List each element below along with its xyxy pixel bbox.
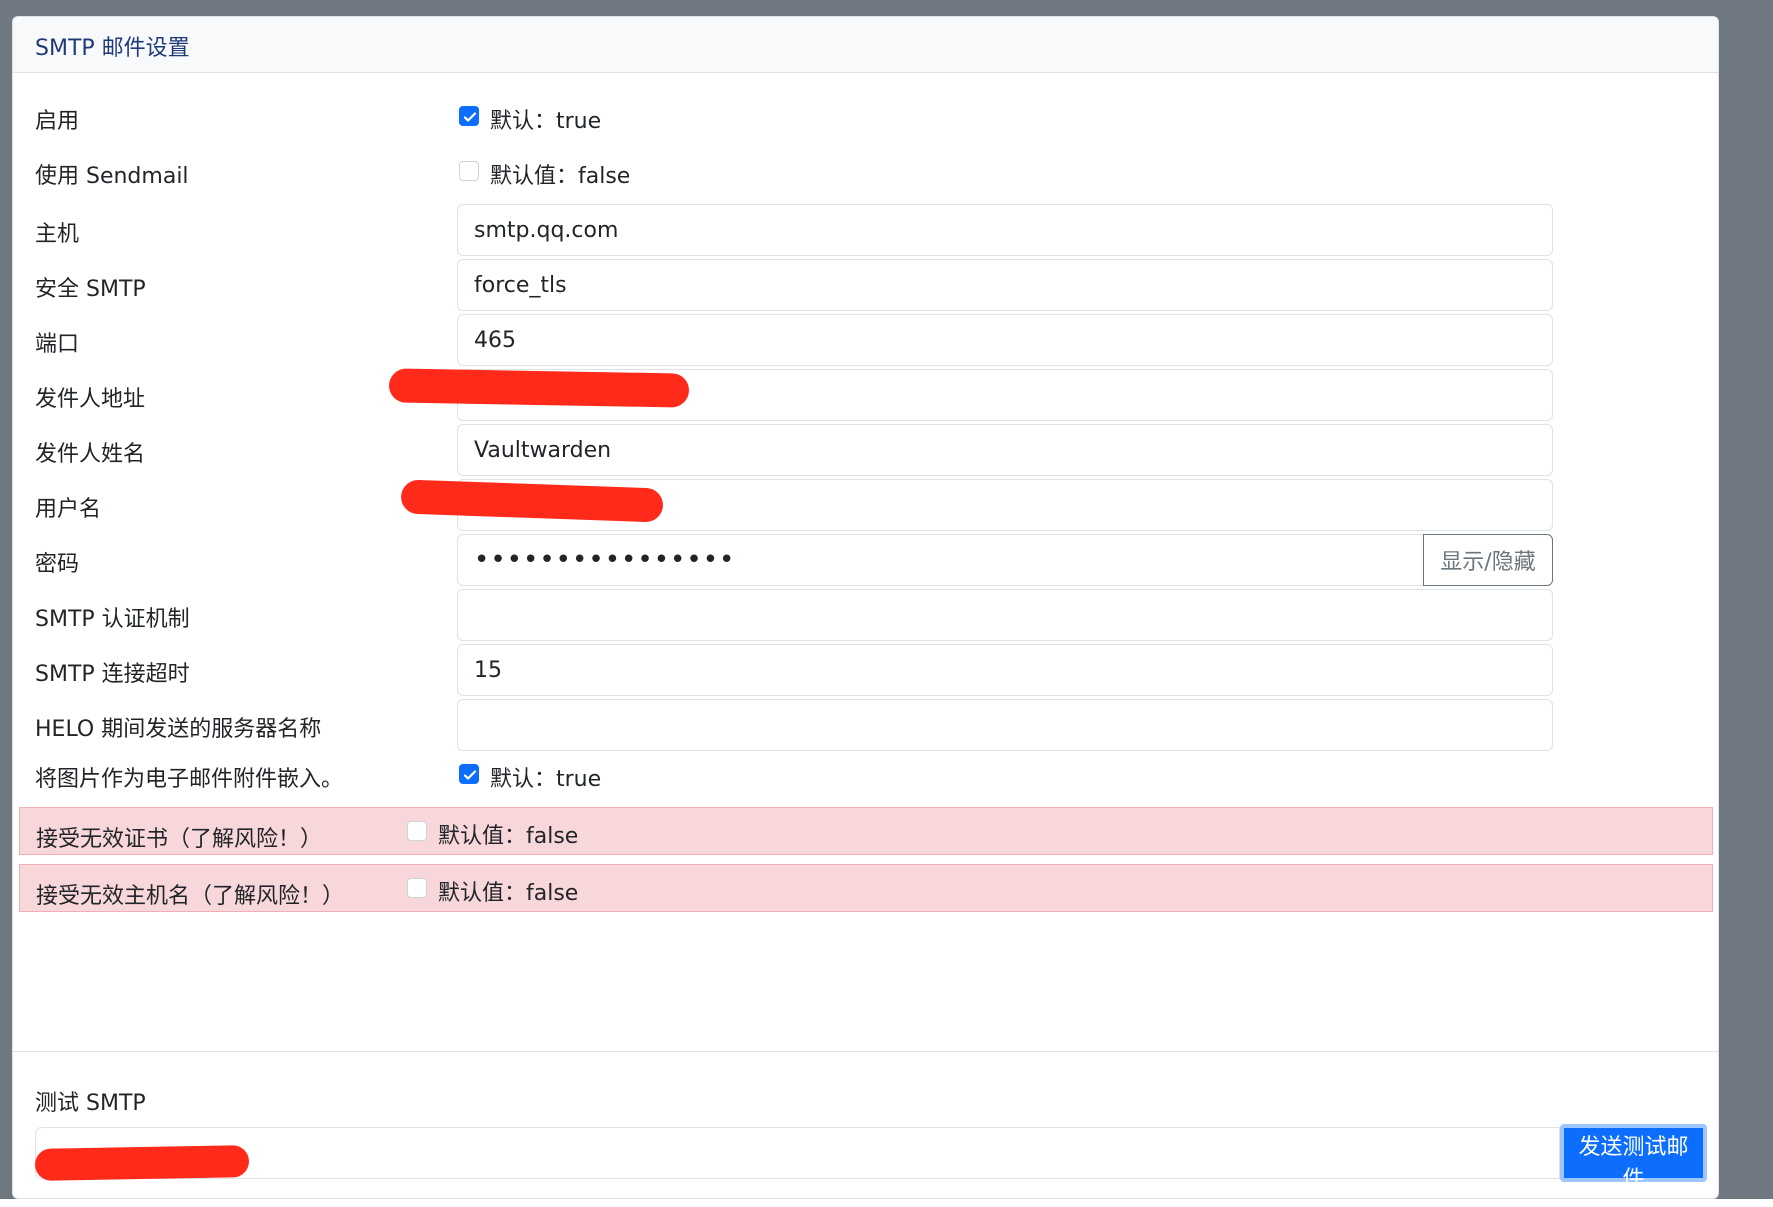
accept-invalid-hostnames-hint: 默认值：false (438, 881, 579, 906)
embed-images-label: 将图片作为电子邮件附件嵌入。 (35, 767, 344, 792)
row-embed-images: 将图片作为电子邮件附件嵌入。 默认：true (19, 749, 1713, 801)
accept-invalid-certs-checkbox[interactable] (407, 821, 427, 841)
row-helo-name: HELO 期间发送的服务器名称 (19, 699, 1713, 751)
username-label: 用户名 (35, 497, 102, 522)
auth-mechanism-label: SMTP 认证机制 (35, 607, 190, 632)
row-host: 主机 (19, 204, 1713, 256)
send-test-email-button[interactable]: 发送测试邮件 (1560, 1124, 1707, 1192)
row-from-address: 发件人地址 (19, 369, 1713, 421)
enabled-label: 启用 (35, 109, 80, 134)
helo-name-input[interactable] (457, 699, 1553, 751)
from-name-input[interactable] (457, 424, 1553, 476)
row-password: 密码 显示/隐藏 (19, 534, 1713, 586)
embed-images-checkbox[interactable] (459, 764, 479, 784)
from-name-label: 发件人姓名 (35, 442, 146, 467)
check-icon (463, 770, 477, 780)
accept-invalid-hostnames-checkbox[interactable] (407, 878, 427, 898)
show-hide-password-button[interactable]: 显示/隐藏 (1423, 534, 1553, 586)
row-use-sendmail: 使用 Sendmail 默认值：false (19, 146, 1713, 198)
divider (13, 1051, 1718, 1052)
smtp-settings-card: SMTP 邮件设置 启用 默认：true 使用 Sendmail 默认值：fal… (12, 16, 1719, 1199)
test-email-input[interactable] (35, 1127, 1560, 1179)
row-accept-invalid-certs: 接受无效证书（了解风险！） 默认值：false (19, 807, 1713, 855)
enabled-checkbox[interactable] (459, 106, 479, 126)
redaction-from-address (388, 368, 690, 408)
security-label: 安全 SMTP (35, 277, 146, 302)
row-timeout: SMTP 连接超时 (19, 644, 1713, 696)
use-sendmail-hint: 默认值：false (490, 164, 631, 189)
use-sendmail-label: 使用 Sendmail (35, 164, 189, 189)
from-address-label: 发件人地址 (35, 387, 146, 412)
row-port: 端口 (19, 314, 1713, 366)
page-bottom-strip (0, 1199, 1773, 1207)
accept-invalid-certs-hint: 默认值：false (438, 824, 579, 849)
port-input[interactable] (457, 314, 1553, 366)
use-sendmail-checkbox[interactable] (459, 161, 479, 181)
card-title: SMTP 邮件设置 (35, 36, 190, 61)
password-input[interactable] (457, 534, 1424, 586)
embed-images-hint: 默认：true (490, 767, 602, 792)
redaction-test-email (34, 1145, 250, 1181)
row-username: 用户名 (19, 479, 1713, 531)
security-input[interactable] (457, 259, 1553, 311)
timeout-label: SMTP 连接超时 (35, 662, 190, 687)
card-header: SMTP 邮件设置 (13, 17, 1718, 73)
port-label: 端口 (35, 332, 80, 357)
timeout-input[interactable] (457, 644, 1553, 696)
auth-mechanism-input[interactable] (457, 589, 1553, 641)
password-label: 密码 (35, 552, 80, 577)
helo-name-label: HELO 期间发送的服务器名称 (35, 717, 322, 742)
accept-invalid-certs-label: 接受无效证书（了解风险！） (36, 827, 323, 852)
accept-invalid-hostnames-label: 接受无效主机名（了解风险！） (36, 884, 345, 909)
row-auth-mechanism: SMTP 认证机制 (19, 589, 1713, 641)
test-smtp-label: 测试 SMTP (35, 1091, 146, 1116)
enabled-hint: 默认：true (490, 109, 602, 134)
row-accept-invalid-hostnames: 接受无效主机名（了解风险！） 默认值：false (19, 864, 1713, 912)
row-enabled: 启用 默认：true (19, 91, 1713, 143)
check-icon (463, 112, 477, 122)
host-input[interactable] (457, 204, 1553, 256)
row-from-name: 发件人姓名 (19, 424, 1713, 476)
row-security: 安全 SMTP (19, 259, 1713, 311)
host-label: 主机 (35, 222, 80, 247)
